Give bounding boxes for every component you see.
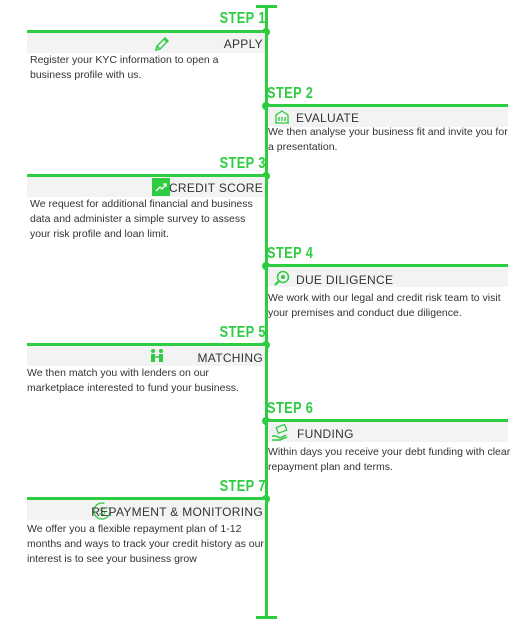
step-6-text: Within days you receive your debt fundin…	[268, 446, 511, 473]
timeline-cap-top	[256, 5, 277, 8]
magnifier-eye-icon	[273, 269, 291, 287]
step-3-label: STEP 3	[219, 155, 266, 172]
step-1-label: STEP 1	[219, 10, 266, 27]
timeline-cap-bottom	[256, 616, 277, 619]
step-7-title: REPAYMENT & MONITORING	[91, 505, 263, 519]
step-4-label: STEP 4	[267, 245, 314, 262]
hand-money-icon	[271, 424, 289, 442]
step-5-title: MATCHING	[197, 351, 263, 365]
step-2-label: STEP 2	[267, 85, 314, 102]
pencil-icon	[153, 35, 171, 53]
step-5-label: STEP 5	[219, 324, 266, 341]
step-2-text: We then analyse your business fit and in…	[268, 126, 508, 153]
step-3-text: We request for additional financial and …	[30, 198, 253, 240]
step-3-title: CREDIT SCORE	[168, 181, 263, 195]
step-7-text: We offer you a flexible repayment plan o…	[27, 523, 264, 565]
step-1-title: APPLY	[223, 37, 263, 51]
step-6-label: STEP 6	[267, 400, 314, 417]
step-6-title: FUNDING	[297, 427, 354, 441]
step-4-text: We work with our legal and credit risk t…	[268, 292, 501, 319]
step-7-label: STEP 7	[219, 478, 266, 495]
building-icon	[273, 108, 291, 126]
step-1-text: Register your KYC information to open a …	[30, 54, 219, 81]
people-icon	[148, 347, 166, 365]
step-5-text: We then match you with lenders on our ma…	[27, 367, 239, 394]
step-4-title: DUE DILIGENCE	[296, 273, 394, 287]
step-2-title: EVALUATE	[296, 111, 360, 125]
chart-trend-icon	[152, 178, 170, 196]
